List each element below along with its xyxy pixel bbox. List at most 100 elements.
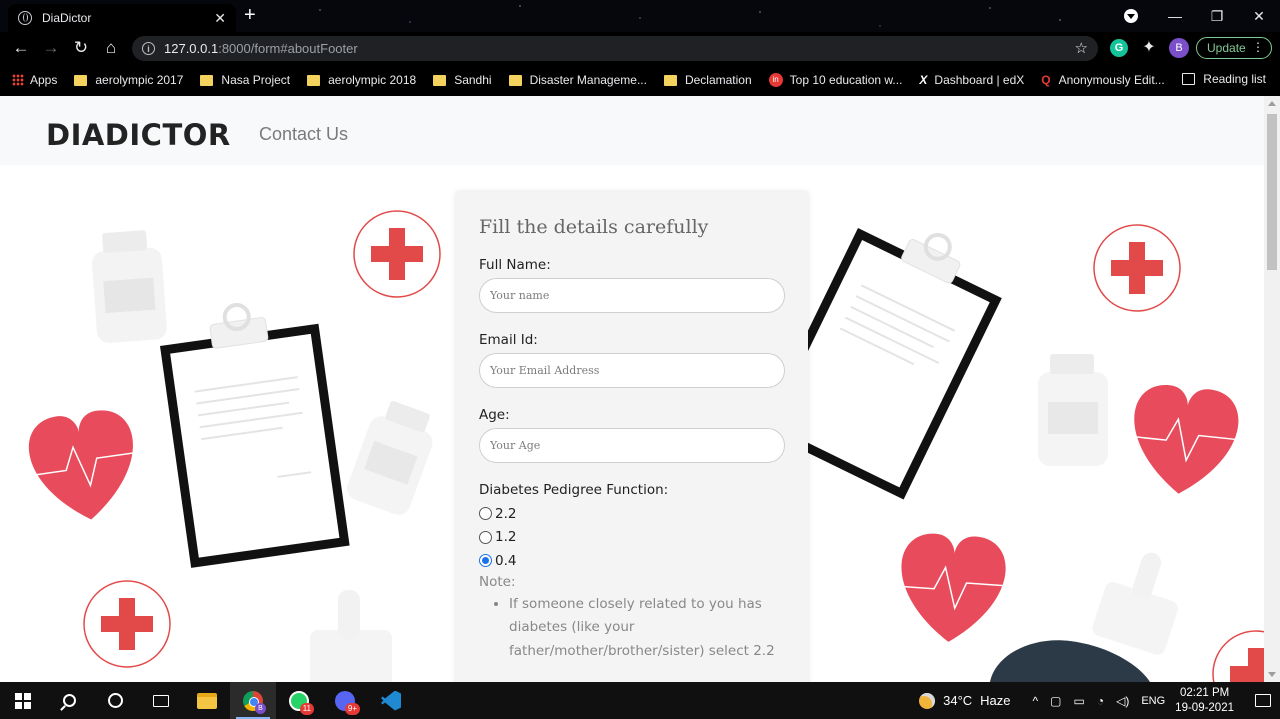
bookmark-folder[interactable]: Disaster Manageme...: [508, 73, 647, 87]
stethoscope-shape: [990, 640, 1150, 682]
reload-icon[interactable]: ↻: [66, 33, 96, 63]
thumbs-up-icon: [310, 590, 392, 682]
grammarly-extension-icon[interactable]: G: [1110, 39, 1128, 57]
bookmark-folder[interactable]: Declamation: [663, 73, 752, 87]
bookmark-label: Top 10 education w...: [789, 73, 903, 87]
brand-logo[interactable]: DIADICTOR: [46, 118, 231, 152]
close-window-icon[interactable]: ✕: [1238, 8, 1280, 25]
bookmark-folder[interactable]: Sandhi: [433, 73, 492, 87]
taskbar-chrome[interactable]: B: [230, 682, 276, 719]
red-cross-icon: [353, 210, 441, 298]
radio-button-selected[interactable]: [479, 554, 492, 568]
clock-date: 19-09-2021: [1175, 701, 1234, 714]
reading-list-button[interactable]: Reading list: [1182, 72, 1266, 86]
home-icon[interactable]: ⌂: [96, 33, 126, 63]
bookmark-folder[interactable]: aerolympic 2018: [307, 73, 416, 87]
reading-list-label: Reading list: [1203, 72, 1266, 86]
maximize-icon[interactable]: ❐: [1196, 8, 1238, 25]
weather-haze-icon: [919, 692, 936, 709]
details-form: Fill the details carefully Full Name: Em…: [456, 192, 808, 682]
volume-icon[interactable]: ◁): [1116, 694, 1129, 708]
email-input[interactable]: [479, 353, 785, 388]
globe-icon: [18, 11, 32, 25]
meet-now-icon[interactable]: ▢: [1050, 694, 1061, 708]
bookmark-site[interactable]: in Top 10 education w...: [768, 73, 903, 87]
task-view-button[interactable]: [138, 682, 184, 719]
profile-avatar[interactable]: B: [1169, 38, 1189, 58]
bookmark-folder[interactable]: aerolympic 2017: [74, 73, 183, 87]
task-view-icon: [153, 694, 169, 707]
full-name-input[interactable]: [479, 278, 785, 313]
red-cross-icon: [1212, 630, 1264, 682]
minimize-icon[interactable]: —: [1154, 8, 1196, 24]
notification-center-button[interactable]: [1246, 682, 1280, 719]
site-icon: in: [768, 73, 783, 87]
bookmark-star-icon[interactable]: ☆: [1075, 39, 1088, 57]
bookmarks-bar: Apps aerolympic 2017 Nasa Project aeroly…: [0, 64, 1280, 96]
forward-icon[interactable]: →: [36, 33, 66, 63]
bookmark-folder[interactable]: Nasa Project: [200, 73, 290, 87]
menu-dots-icon[interactable]: ⋮: [1252, 40, 1264, 54]
windows-logo-icon: [15, 692, 31, 709]
scroll-down-icon[interactable]: [1268, 672, 1276, 677]
system-tray: 34°C Haze ^ ▢ ▭ ◔ ◁) ENG 02:21 PM 19-09-…: [919, 682, 1280, 719]
clock[interactable]: 02:21 PM 19-09-2021: [1175, 686, 1234, 716]
whatsapp-badge: 11: [299, 703, 314, 715]
update-button[interactable]: Update ⋮: [1196, 37, 1272, 59]
thumbs-up-icon: [1092, 552, 1178, 655]
battery-icon[interactable]: ▭: [1074, 694, 1085, 708]
bookmark-label: Anonymously Edit...: [1058, 73, 1165, 87]
red-cross-icon: [1093, 224, 1181, 312]
scrollbar-thumb[interactable]: [1267, 114, 1277, 270]
tab-search-icon[interactable]: [1124, 9, 1138, 23]
dpf-option[interactable]: 2.2: [479, 502, 785, 526]
discord-badge: 9+: [344, 703, 360, 715]
bookmark-apps[interactable]: Apps: [12, 73, 57, 87]
cortana-button[interactable]: [92, 682, 138, 719]
dpf-option[interactable]: 0.4: [479, 549, 785, 573]
age-input[interactable]: [479, 428, 785, 463]
dpf-option[interactable]: 1.2: [479, 526, 785, 550]
taskbar-whatsapp[interactable]: 11: [276, 682, 322, 719]
radio-button[interactable]: [479, 530, 492, 544]
back-icon[interactable]: ←: [6, 33, 36, 63]
vscode-icon: [381, 690, 401, 711]
heart-icon: [1126, 385, 1245, 494]
clock-time: 02:21 PM: [1179, 686, 1230, 699]
taskbar-vscode[interactable]: [368, 682, 414, 719]
browser-toolbar: ← → ↻ ⌂ i 127.0.0.1:8000/form#aboutFoote…: [0, 32, 1280, 64]
extensions-puzzle-icon[interactable]: ✦: [1140, 39, 1158, 57]
form-title: Fill the details carefully: [479, 216, 709, 238]
folder-icon: [508, 74, 522, 86]
weather-widget[interactable]: 34°C Haze: [919, 692, 1011, 709]
page-scrollbar[interactable]: [1264, 96, 1280, 682]
new-tab-button[interactable]: +: [244, 5, 256, 25]
taskbar-file-explorer[interactable]: [184, 682, 230, 719]
nav-contact-us[interactable]: Contact Us: [259, 124, 348, 145]
address-bar[interactable]: i 127.0.0.1:8000/form#aboutFooter ☆: [132, 36, 1098, 61]
taskbar-discord[interactable]: 9+: [322, 682, 368, 719]
browser-tab[interactable]: DiaDictor ✕: [8, 4, 236, 32]
folder-icon: [307, 74, 321, 86]
bookmark-site[interactable]: Q Anonymously Edit...: [1041, 73, 1164, 87]
bookmark-site[interactable]: X Dashboard | edX: [919, 73, 1024, 87]
file-explorer-icon: [197, 692, 217, 709]
start-button[interactable]: [0, 682, 46, 719]
radio-button[interactable]: [479, 507, 492, 521]
age-label: Age:: [479, 407, 510, 423]
url-host: 127.0.0.1: [164, 41, 219, 56]
tab-title: DiaDictor: [42, 11, 92, 25]
heart-icon: [26, 410, 143, 520]
taskbar-search-button[interactable]: [46, 682, 92, 719]
chevron-up-icon[interactable]: ^: [1033, 694, 1039, 708]
wifi-icon[interactable]: ◔: [1097, 694, 1104, 708]
language-indicator[interactable]: ENG: [1141, 695, 1165, 707]
bookmark-label: Nasa Project: [221, 73, 291, 87]
scroll-up-icon[interactable]: [1268, 101, 1276, 106]
close-tab-icon[interactable]: ✕: [214, 10, 226, 27]
info-icon[interactable]: i: [142, 42, 155, 55]
medicine-bottle-icon: [347, 400, 433, 515]
note-label: Note:: [479, 573, 516, 590]
web-page: DIADICTOR Contact Us Fill the details ca…: [0, 96, 1264, 682]
folder-icon: [74, 74, 88, 86]
